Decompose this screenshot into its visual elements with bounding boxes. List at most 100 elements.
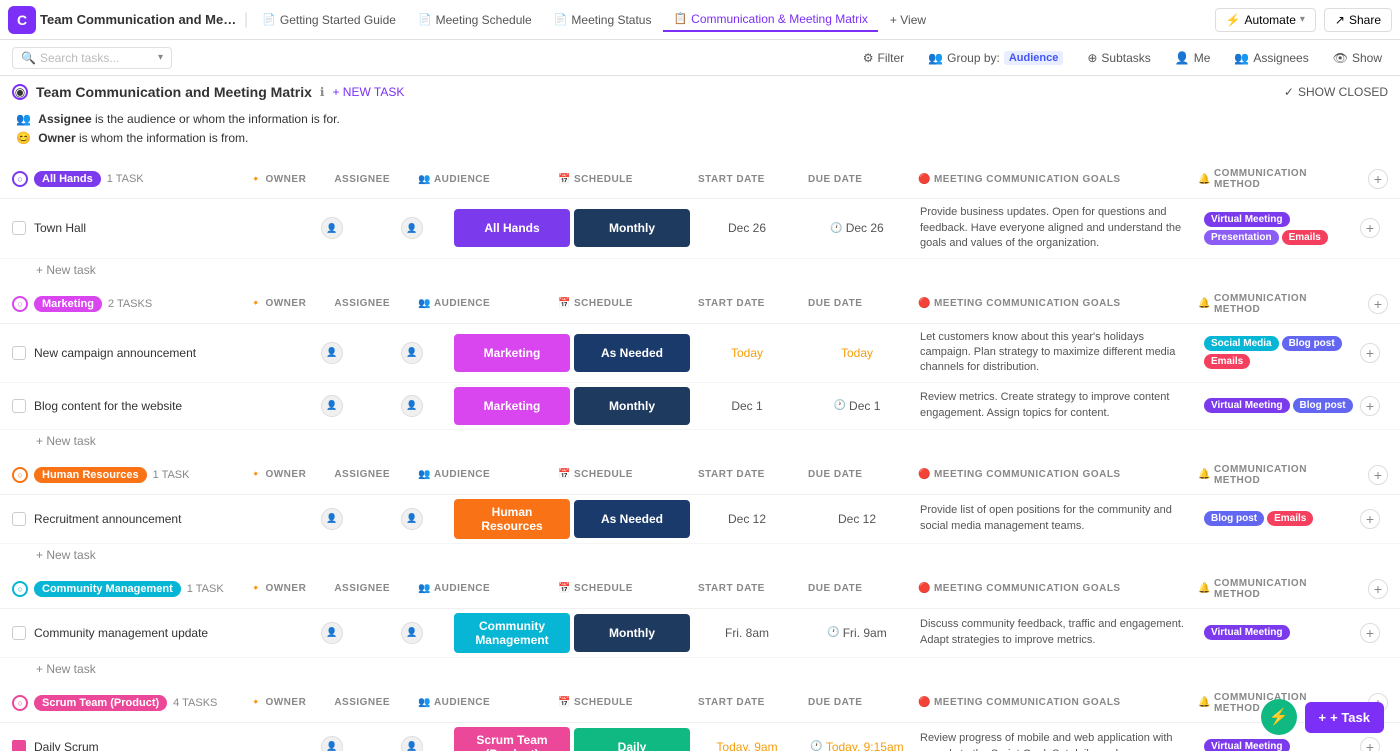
method-badge[interactable]: Presentation (1204, 230, 1279, 245)
quick-action-button[interactable]: ⚡ (1261, 699, 1297, 735)
add-group-btn-mkt[interactable]: + (1368, 294, 1388, 314)
info-icon[interactable]: ℹ (320, 85, 325, 99)
method-badge[interactable]: Blog post (1293, 398, 1353, 413)
schedule-badge[interactable]: Monthly (574, 387, 690, 425)
group-marketing: ○ Marketing 2 TASKS 🔸OWNER ASSIGNEE 👥AUD… (0, 285, 1400, 456)
show-button[interactable]: 👁 Show (1327, 49, 1388, 67)
method-badge[interactable]: Social Media (1204, 336, 1279, 351)
schedule-badge[interactable]: As Needed (574, 334, 690, 372)
filter-button[interactable]: ⚙ Filter (857, 49, 910, 67)
add-view-btn[interactable]: + View (880, 9, 936, 31)
add-task-detail-btn[interactable]: + (1360, 218, 1380, 238)
schedule-badge[interactable]: Monthly (574, 614, 690, 652)
new-task-link[interactable]: + New task (36, 434, 96, 448)
clock-icon: 🕐 (830, 223, 842, 234)
group-name-badge[interactable]: Scrum Team (Product) (34, 695, 167, 711)
group-name-badge[interactable]: Community Management (34, 581, 181, 597)
method-badge[interactable]: Virtual Meeting (1204, 212, 1290, 227)
share-button[interactable]: ↗ Share (1324, 8, 1392, 32)
tab-comm-matrix[interactable]: 📋 Communication & Meeting Matrix (663, 8, 877, 32)
owner-avatar[interactable]: 👤 (321, 395, 343, 417)
owner-avatar[interactable]: 👤 (321, 736, 343, 751)
me-button[interactable]: 👤 Me (1169, 49, 1217, 67)
assignee-avatar[interactable]: 👤 (401, 622, 423, 644)
new-task-button[interactable]: + NEW TASK (332, 85, 404, 99)
schedule-badge[interactable]: Daily (574, 728, 690, 751)
group-name-badge[interactable]: Human Resources (34, 467, 147, 483)
collapse-icon[interactable]: ◉ (12, 84, 28, 100)
schedule-badge[interactable]: As Needed (574, 500, 690, 538)
search-box[interactable]: 🔍 Search tasks... ▾ (12, 47, 172, 69)
group-task-count: 4 TASKS (173, 697, 217, 709)
add-task-detail-btn[interactable]: + (1360, 509, 1380, 529)
assignee-avatar[interactable]: 👤 (401, 217, 423, 239)
assignee-avatar[interactable]: 👤 (401, 736, 423, 751)
col-methods-cm: 🔔COMMUNICATION METHOD (1194, 576, 1354, 602)
goals-cell: Provide list of open positions for the c… (912, 499, 1200, 538)
new-task-link[interactable]: + New task (36, 548, 96, 562)
due-date-cell: 🕐 Dec 26 (802, 221, 912, 235)
new-task-link[interactable]: + New task (36, 263, 96, 277)
method-badge[interactable]: Virtual Meeting (1204, 739, 1290, 751)
method-badge[interactable]: Blog post (1282, 336, 1342, 351)
group-toggle-icon[interactable]: ○ (12, 467, 28, 483)
assignees-button[interactable]: 👥 Assignees (1228, 49, 1314, 67)
audience-badge[interactable]: Marketing (454, 334, 570, 372)
methods-cell: Virtual Meeting (1200, 737, 1360, 751)
task-checkbox[interactable] (12, 346, 26, 360)
owner-col-icon: 🔸 (250, 298, 263, 309)
audience-cell: Marketing (452, 385, 572, 427)
group-by-button[interactable]: 👥 Group by: Audience (922, 49, 1069, 67)
method-badge[interactable]: Emails (1204, 354, 1250, 369)
add-task-detail-btn[interactable]: + (1360, 396, 1380, 416)
group-toggle-icon[interactable]: ○ (12, 296, 28, 312)
group-name-badge[interactable]: Marketing (34, 296, 102, 312)
task-checkbox[interactable] (12, 221, 26, 235)
group-name-badge[interactable]: All Hands (34, 171, 101, 187)
method-badge[interactable]: Emails (1282, 230, 1328, 245)
method-badge[interactable]: Blog post (1204, 511, 1264, 526)
method-badge[interactable]: Virtual Meeting (1204, 398, 1290, 413)
audience-badge[interactable]: Scrum Team (Product) (454, 727, 570, 751)
add-group-btn-cm[interactable]: + (1368, 579, 1388, 599)
subtasks-button[interactable]: ⊕ Subtasks (1081, 49, 1156, 67)
audience-badge[interactable]: Marketing (454, 387, 570, 425)
owner-avatar[interactable]: 👤 (321, 217, 343, 239)
method-badge[interactable]: Emails (1267, 511, 1313, 526)
audience-badge[interactable]: Community Management (454, 613, 570, 653)
owner-cell: 👤 (292, 342, 372, 364)
new-task-link[interactable]: + New task (36, 662, 96, 676)
tab-meeting-status[interactable]: 📄 Meeting Status (544, 9, 662, 31)
start-date-cell: Fri. 8am (692, 626, 802, 640)
legend-owner: 😊 Owner is whom the information is from. (16, 129, 1384, 148)
automate-icon: ⚡ (1226, 13, 1241, 27)
task-checkbox[interactable] (12, 626, 26, 640)
task-checkbox[interactable] (12, 399, 26, 413)
audience-badge[interactable]: Human Resources (454, 499, 570, 539)
tab-meeting-schedule[interactable]: 📄 Meeting Schedule (408, 9, 542, 31)
add-task-button[interactable]: + + Task (1305, 702, 1384, 733)
owner-avatar[interactable]: 👤 (321, 508, 343, 530)
group-toggle-icon[interactable]: ○ (12, 695, 28, 711)
add-task-detail-btn[interactable]: + (1360, 737, 1380, 751)
col-audience: 👥AUDIENCE (414, 166, 534, 192)
automate-button[interactable]: ⚡ Automate ▾ (1215, 8, 1316, 32)
add-group-btn-hr[interactable]: + (1368, 465, 1388, 485)
task-checkbox[interactable] (12, 512, 26, 526)
task-checkbox[interactable] (12, 740, 26, 751)
schedule-badge[interactable]: Monthly (574, 209, 690, 247)
group-toggle-icon[interactable]: ○ (12, 171, 28, 187)
audience-badge[interactable]: All Hands (454, 209, 570, 247)
group-toggle-icon[interactable]: ○ (12, 581, 28, 597)
add-task-detail-btn[interactable]: + (1360, 343, 1380, 363)
assignee-avatar[interactable]: 👤 (401, 508, 423, 530)
add-task-detail-btn[interactable]: + (1360, 623, 1380, 643)
tab-getting-started[interactable]: 📄 Getting Started Guide (252, 9, 406, 31)
owner-avatar[interactable]: 👤 (321, 342, 343, 364)
add-group-btn[interactable]: + (1368, 169, 1388, 189)
assignee-avatar[interactable]: 👤 (401, 342, 423, 364)
owner-avatar[interactable]: 👤 (321, 622, 343, 644)
show-closed-button[interactable]: ✓ SHOW CLOSED (1284, 85, 1388, 99)
assignee-avatar[interactable]: 👤 (401, 395, 423, 417)
method-badge[interactable]: Virtual Meeting (1204, 625, 1290, 640)
